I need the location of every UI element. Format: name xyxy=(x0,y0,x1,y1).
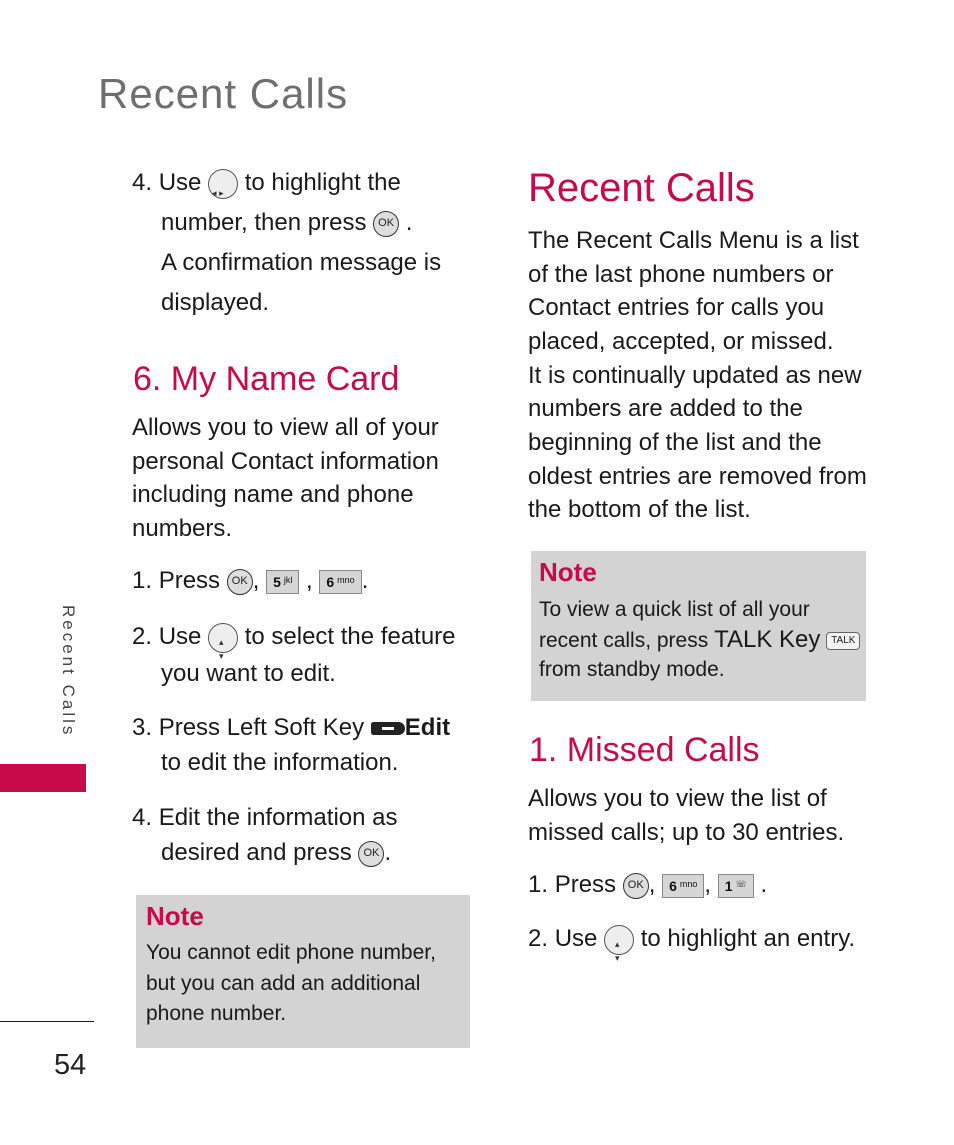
side-section-text: Recent Calls xyxy=(59,605,78,738)
separator: , xyxy=(704,871,712,898)
step-text: to highlight the xyxy=(244,169,401,196)
ok-key-icon: OK xyxy=(622,872,649,899)
step-number: 1. xyxy=(528,871,549,898)
note-box-left: Note You cannot edit phone number, but y… xyxy=(136,895,470,1048)
step-text: Use xyxy=(158,623,202,650)
step-number: 4. xyxy=(132,169,153,196)
separator: . xyxy=(361,567,369,594)
note-line: recent calls, press TALK Key TALK xyxy=(539,625,861,656)
my-name-card-desc-4: numbers. xyxy=(132,515,233,542)
missed-calls-step2: 2. Use to highlight an entry. xyxy=(528,922,856,975)
talk-key-label: TALK Key xyxy=(714,626,821,653)
section-heading-missed-calls: 1. Missed Calls xyxy=(529,731,760,769)
nav-up-down-icon xyxy=(208,622,239,673)
step-number: 2. xyxy=(132,623,153,650)
missed-calls-step1: 1. Press OK, 6 mno, 1 ☏ . xyxy=(528,868,767,902)
side-section-label: Recent Calls xyxy=(48,605,88,755)
missed-calls-desc-1: Allows you to view the list of xyxy=(528,785,827,812)
left-soft-key-icon xyxy=(370,722,405,736)
step-text: Press xyxy=(554,871,617,898)
note-text: recent calls, press xyxy=(539,629,709,652)
step-text: to select the feature xyxy=(244,623,456,650)
talk-key-icon: TALK xyxy=(826,632,861,651)
recent-calls-desc-8: oldest entries are removed from xyxy=(528,463,867,490)
page-number: 54 xyxy=(54,1049,87,1081)
step-number: 2. xyxy=(528,925,549,952)
recent-calls-desc-2: of the last phone numbers or xyxy=(528,261,834,288)
softkey-label: Edit xyxy=(404,714,451,741)
my-name-card-desc-2: personal Contact information xyxy=(132,448,439,475)
my-name-card-step4: 4. Edit the information as xyxy=(132,801,397,835)
my-name-card-desc-3: including name and phone xyxy=(132,481,414,508)
step-text: Use xyxy=(158,169,202,196)
separator: , xyxy=(306,567,313,594)
note-line: You cannot edit phone number, xyxy=(146,941,436,964)
my-name-card-step3: 3. Press Left Soft Key Edit xyxy=(132,711,450,745)
missed-calls-desc-2: missed calls; up to 30 entries. xyxy=(528,819,845,846)
separator: . xyxy=(384,839,392,866)
footer-rule xyxy=(0,1021,94,1022)
left-step4-prev-line1: 4. Use to highlight the xyxy=(132,166,401,210)
key-letters: jkl xyxy=(283,574,293,585)
separator: , xyxy=(252,567,260,594)
my-name-card-step2-line2: you want to edit. xyxy=(161,660,336,687)
note-title: Note xyxy=(146,901,204,931)
nav-up-down-icon xyxy=(604,924,635,975)
key-letters: ☏ xyxy=(735,878,747,889)
separator: , xyxy=(648,871,656,898)
recent-calls-desc-1: The Recent Calls Menu is a list xyxy=(528,227,859,254)
section-heading-recent-calls: Recent Calls xyxy=(528,166,755,210)
step-text: Press xyxy=(158,567,221,594)
recent-calls-desc-6: numbers are added to the xyxy=(528,395,803,422)
separator: . xyxy=(760,871,768,898)
step-text: to highlight an entry. xyxy=(640,925,856,952)
recent-calls-desc-5: It is continually updated as new xyxy=(528,362,862,389)
key-5-icon: 5 jkl xyxy=(266,569,300,594)
my-name-card-step1: 1. Press OK, 5 jkl , 6 mno. xyxy=(132,564,368,598)
my-name-card-step4-line2: desired and press OK. xyxy=(161,836,391,870)
key-letters: mno xyxy=(679,878,698,889)
note-line: phone number. xyxy=(146,1002,287,1025)
recent-calls-desc-4: placed, accepted, or missed. xyxy=(528,328,834,355)
key-6-icon: 6 mno xyxy=(662,873,705,898)
step-number: 3. xyxy=(132,714,153,741)
step-text: number, then press xyxy=(161,209,367,236)
step-text: Press Left Soft Key xyxy=(158,714,365,741)
note-line: from standby mode. xyxy=(539,658,725,681)
key-digit: 1 xyxy=(724,877,733,894)
recent-calls-desc-9: the bottom of the list. xyxy=(528,496,751,523)
ok-key-icon: OK xyxy=(358,840,385,867)
my-name-card-step3-line2: to edit the information. xyxy=(161,749,399,776)
note-title: Note xyxy=(539,557,597,587)
left-step4-prev-line2: number, then press OK . xyxy=(161,206,412,240)
my-name-card-desc-1: Allows you to view all of your xyxy=(132,414,439,441)
my-name-card-step2: 2. Use to select the feature xyxy=(132,620,456,673)
ok-key-icon: OK xyxy=(373,210,400,237)
step-number: 1. xyxy=(132,567,153,594)
side-tab-marker xyxy=(0,764,86,792)
step-text: Edit the information as xyxy=(158,804,398,831)
recent-calls-desc-7: beginning of the list and the xyxy=(528,429,822,456)
key-6-icon: 6 mno xyxy=(319,569,362,594)
key-digit: 5 xyxy=(273,573,281,590)
note-box-right: Note To view a quick list of all your re… xyxy=(531,551,866,701)
recent-calls-desc-3: Contact entries for calls you xyxy=(528,294,825,321)
left-step4-prev-line3: A confirmation message is xyxy=(161,249,442,276)
step-text: desired and press xyxy=(161,839,352,866)
note-line: but you can add an additional xyxy=(146,972,421,995)
page-title: Recent Calls xyxy=(98,70,349,117)
ok-key-icon: OK xyxy=(226,568,253,595)
step-text: Use xyxy=(554,925,598,952)
note-line: To view a quick list of all your xyxy=(539,598,810,621)
section-heading-my-name-card: 6. My Name Card xyxy=(133,360,400,398)
key-letters: mno xyxy=(337,574,355,585)
key-1-voicemail-icon: 1 ☏ xyxy=(717,873,754,898)
key-digit: 6 xyxy=(669,877,677,894)
left-step4-prev-line4: displayed. xyxy=(161,289,270,316)
step-number: 4. xyxy=(132,804,153,831)
nav-left-right-icon xyxy=(208,168,239,210)
step-text: . xyxy=(405,209,413,236)
key-digit: 6 xyxy=(326,573,335,590)
